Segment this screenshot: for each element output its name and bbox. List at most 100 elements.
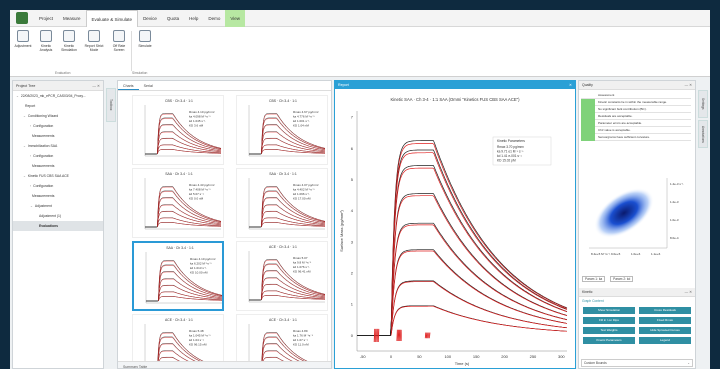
tab-settings-side[interactable]: Settings <box>698 90 708 118</box>
mini-param-text: KD 11.0 nM <box>293 343 309 347</box>
menu-evaluate-simulate[interactable]: Evaluate & Simulate <box>85 10 139 27</box>
expand-arrow-icon[interactable]: ⌄ <box>16 94 19 98</box>
kinetic-analysis-button[interactable]: Kinetic Analysis <box>35 30 57 52</box>
menu-demo[interactable]: Demo <box>203 10 225 27</box>
mini-chart-title: ACE · Ch 3-4 · 1:1 <box>269 245 297 249</box>
tree-node-label: Measurements <box>32 164 55 168</box>
menu-device[interactable]: Device <box>138 10 162 27</box>
mini-fit-line <box>261 149 326 155</box>
kinetic-tool-button[interactable]: Hide Sprouted Curves <box>639 327 691 334</box>
expand-arrow-icon[interactable]: ⌄ <box>23 174 26 178</box>
menu-view[interactable]: View <box>225 10 246 27</box>
kinetic-tool-button[interactable]: Legend <box>639 337 691 344</box>
mini-sensorgram-chart[interactable]: SAA · Ch 3-4 · 1:1 Rmax 4.10 pg/mm² ka 6.2… <box>132 241 224 311</box>
simulate-button[interactable]: Simulate <box>134 30 156 48</box>
kinetic-tool-button[interactable]: Fixed Rmax <box>639 317 691 324</box>
kinetic-tool-button[interactable]: Kinetic Parameters <box>583 337 635 344</box>
mini-sensorgram-chart[interactable]: SAA · Ch 3-4 · 1:1 Rmax 4.43 pg/mm² ka 7.4… <box>132 168 224 238</box>
x-tick-label: 250 <box>530 354 537 359</box>
series-line <box>357 165 568 336</box>
simulate-icon <box>139 30 151 42</box>
kinetic-tool-button[interactable]: Fill in / on Dips <box>583 317 635 324</box>
tab-charts[interactable]: Charts <box>118 81 139 90</box>
tree-node[interactable]: Evaluations <box>13 221 103 231</box>
summary-table-tab[interactable]: Summary Table <box>118 361 331 368</box>
tree-node[interactable]: ⌄ Kinetic FUS CBS SAA ACE <box>13 171 103 181</box>
expand-arrow-icon[interactable]: ⌄ <box>23 114 26 118</box>
panel-controls-icon[interactable]: — ✕ <box>685 288 692 297</box>
tab-annotations-side[interactable]: Annotations <box>698 120 708 148</box>
x-tick-label: 8.4e+5 M⁻¹s⁻¹ <box>591 252 610 256</box>
tree-node-label: Kinetic FUS CBS SAA ACE <box>27 174 69 178</box>
tree-node[interactable]: Report <box>13 101 103 111</box>
report-strict-mode-button[interactable]: Report Strict Mode <box>83 30 105 52</box>
mini-series-line <box>145 117 222 155</box>
ribbon-separator <box>131 31 132 71</box>
parameter-row: KD 15.02 pM <box>497 159 516 163</box>
tree-node-label: 22/08/2023_mk_ePCR_CAS03/04_Proxy... <box>20 94 86 98</box>
menu-measure[interactable]: Measure <box>58 10 86 27</box>
tab-serial[interactable]: Serial <box>139 81 158 90</box>
mini-chart-title: ACE · Ch 3-4 · 1:1 <box>269 318 297 322</box>
mini-fit-line <box>261 222 326 228</box>
x-tick-label: 300 <box>558 354 565 359</box>
expand-arrow-icon[interactable]: › <box>30 184 31 188</box>
tree-node[interactable]: Measurements <box>13 131 103 141</box>
mini-chart-title: SAA · Ch 3-4 · 1:1 <box>166 246 194 250</box>
kinetic-tool-button[interactable]: Cross Residuals <box>639 307 691 314</box>
kinetic-simulation-button[interactable]: Kinetic Simulation <box>58 30 80 52</box>
toolbox-side-tab[interactable]: Toolbox <box>106 88 116 122</box>
quality-pass-indicator <box>581 99 595 106</box>
expand-arrow-icon[interactable]: › <box>30 154 31 158</box>
x-tick-label: 1.1e+6 <box>651 252 661 256</box>
tree-node[interactable]: Measurements <box>13 161 103 171</box>
kinetic-tool-button[interactable]: Text Weights <box>583 327 635 334</box>
expand-arrow-icon[interactable]: ⌄ <box>23 144 26 148</box>
quality-row-text: Residuals are acceptable. <box>598 114 633 118</box>
tree-node-label: Adjustment <box>34 204 52 208</box>
graph-content-section[interactable]: Graph Content <box>582 299 604 303</box>
tree-node[interactable]: › Configuration <box>13 151 103 161</box>
menu-project[interactable]: Project <box>34 10 58 27</box>
off-rate-screen-button[interactable]: Off Rate Screen <box>108 30 130 52</box>
adjustment-button[interactable]: Adjustment <box>12 30 34 48</box>
panel-controls-icon[interactable]: — ✕ <box>92 81 100 91</box>
quality-row-text: Parameter errors are acceptable. <box>598 121 643 125</box>
kinetic-tool-button[interactable]: Show Simulation <box>583 307 635 314</box>
panel-controls-icon[interactable]: — ✕ <box>685 81 692 90</box>
y-tick-label: 1.4e-3 s⁻¹ <box>670 182 683 186</box>
mini-sensorgram-chart[interactable]: CBS · Ch 3-4 · 1:1 Rmax 4.67 pg/mm² ka 4.7… <box>236 95 328 165</box>
noise-spike <box>424 332 431 339</box>
close-icon[interactable]: ✕ <box>569 81 572 89</box>
menu-help[interactable]: Help <box>184 10 203 27</box>
tree-node[interactable]: Measurements <box>13 191 103 201</box>
main-chart-tab[interactable]: Report ✕ <box>335 81 575 89</box>
tree-node[interactable]: ⌄ 22/08/2023_mk_ePCR_CAS03/04_Proxy... <box>13 91 103 101</box>
report-icon <box>88 30 100 42</box>
mini-param-text: Rmax 4.67 pg/mm² <box>293 110 319 114</box>
tree-node[interactable]: ⌄ Immobilization SAA <box>13 141 103 151</box>
custom-bounds-dropdown[interactable]: Custom Bounds ⌄ <box>581 359 693 367</box>
tree-node-label: Measurements <box>32 194 55 198</box>
mini-sensorgram-chart[interactable]: SAA · Ch 3-4 · 1:1 Rmax 4.07 pg/mm² ka 4.4… <box>236 168 328 238</box>
mini-param-text: ka 1.045 M⁻¹s⁻¹ <box>189 334 211 338</box>
expand-arrow-icon[interactable]: ⌄ <box>30 204 33 208</box>
param-y-select[interactable]: Param 2: kd <box>610 276 634 282</box>
chart-grid-panel: Charts Serial CBS · Ch 3-4 · 1:1 Rmax 4.1… <box>117 80 332 369</box>
tree-node[interactable]: ⌄ Adjustment <box>13 201 103 211</box>
tree-node[interactable]: ⌄ Conditioning Wizard <box>13 111 103 121</box>
tree-node[interactable]: › Configuration <box>13 181 103 191</box>
mini-series-line <box>249 117 326 155</box>
mini-chart-svg: SAA · Ch 3-4 · 1:1 Rmax 4.07 pg/mm²ka 4.4… <box>248 172 326 230</box>
menu-quota[interactable]: Quota <box>162 10 184 27</box>
mini-param-text: kd 1.07 s⁻¹ <box>293 338 308 342</box>
quality-row: Kinetic constants lie in within the meas… <box>581 99 691 106</box>
tree-node[interactable]: › Configuration <box>13 121 103 131</box>
tree-node[interactable]: Adjustment (1) <box>13 211 103 221</box>
kinetic-header: Kinetic — ✕ <box>579 288 695 297</box>
param-x-select[interactable]: Param 1: ka <box>582 276 606 282</box>
expand-arrow-icon[interactable]: › <box>30 124 31 128</box>
mini-sensorgram-chart[interactable]: CBS · Ch 3-4 · 1:1 Rmax 4.10 pg/mm² ka 4.0… <box>132 95 224 165</box>
tree-node-label: Configuration <box>33 124 54 128</box>
mini-sensorgram-chart[interactable]: ACE · Ch 3-4 · 1:1 Rmax 5.07 ka 9.8 M⁻¹s⁻¹… <box>236 241 328 311</box>
